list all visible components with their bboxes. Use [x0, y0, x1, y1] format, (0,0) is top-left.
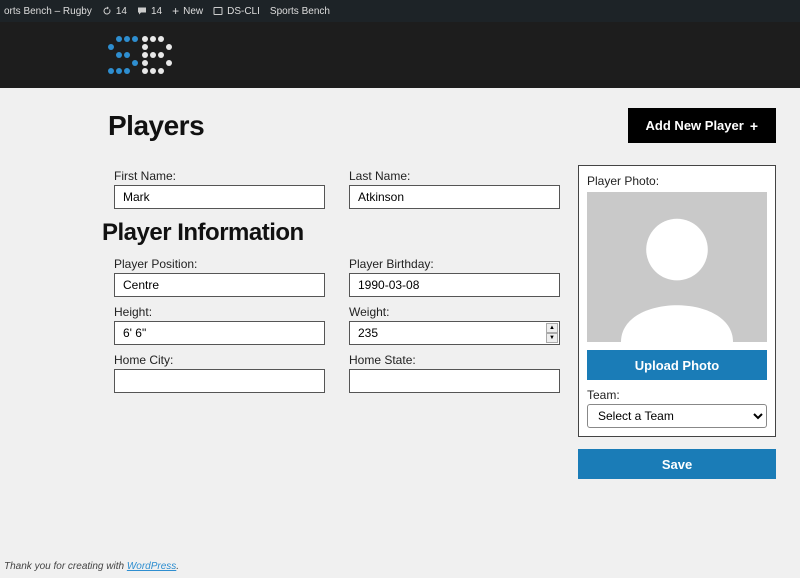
- wordpress-link[interactable]: WordPress: [127, 561, 176, 572]
- admin-dscli[interactable]: DS-CLI: [213, 6, 260, 17]
- position-input[interactable]: [114, 273, 325, 297]
- spinner-up[interactable]: ▲: [546, 323, 558, 333]
- home-city-label: Home City:: [114, 353, 325, 367]
- first-name-label: First Name:: [114, 169, 325, 183]
- admin-comments[interactable]: 14: [137, 6, 162, 17]
- weight-label: Weight:: [349, 305, 560, 319]
- upload-photo-button[interactable]: Upload Photo: [587, 350, 767, 380]
- player-photo-card: Player Photo: Upload Photo Team: Select …: [578, 165, 776, 437]
- birthday-label: Player Birthday:: [349, 257, 560, 271]
- footer: Thank you for creating with WordPress.: [4, 561, 179, 572]
- home-city-input[interactable]: [114, 369, 325, 393]
- spinner-down[interactable]: ▼: [546, 333, 558, 343]
- player-photo-label: Player Photo:: [587, 174, 767, 188]
- weight-input[interactable]: [349, 321, 560, 345]
- last-name-input[interactable]: [349, 185, 560, 209]
- team-select[interactable]: Select a Team: [587, 404, 767, 428]
- section-title: Player Information: [102, 219, 560, 247]
- plus-icon: +: [750, 119, 758, 133]
- refresh-icon: [102, 6, 112, 16]
- admin-new[interactable]: + New: [172, 4, 203, 18]
- avatar-icon: [607, 202, 747, 342]
- site-header: [0, 22, 800, 88]
- page-title: Players: [108, 110, 204, 142]
- home-state-label: Home State:: [349, 353, 560, 367]
- add-new-player-button[interactable]: Add New Player+: [628, 108, 776, 143]
- height-label: Height:: [114, 305, 325, 319]
- admin-sportsbench[interactable]: Sports Bench: [270, 6, 330, 17]
- position-label: Player Position:: [114, 257, 325, 271]
- team-label: Team:: [587, 388, 767, 402]
- first-name-input[interactable]: [114, 185, 325, 209]
- last-name-label: Last Name:: [349, 169, 560, 183]
- plus-icon: +: [172, 4, 179, 18]
- admin-updates[interactable]: 14: [102, 6, 127, 17]
- number-spinner[interactable]: ▲▼: [546, 323, 558, 343]
- save-button[interactable]: Save: [578, 449, 776, 479]
- terminal-icon: [213, 6, 223, 16]
- home-state-input[interactable]: [349, 369, 560, 393]
- comment-icon: [137, 6, 147, 16]
- birthday-input[interactable]: [349, 273, 560, 297]
- logo: [108, 36, 172, 74]
- height-input[interactable]: [114, 321, 325, 345]
- admin-site-name[interactable]: orts Bench – Rugby: [4, 6, 92, 17]
- admin-bar: orts Bench – Rugby 14 14 + New DS-CLI Sp…: [0, 0, 800, 22]
- photo-placeholder: [587, 192, 767, 342]
